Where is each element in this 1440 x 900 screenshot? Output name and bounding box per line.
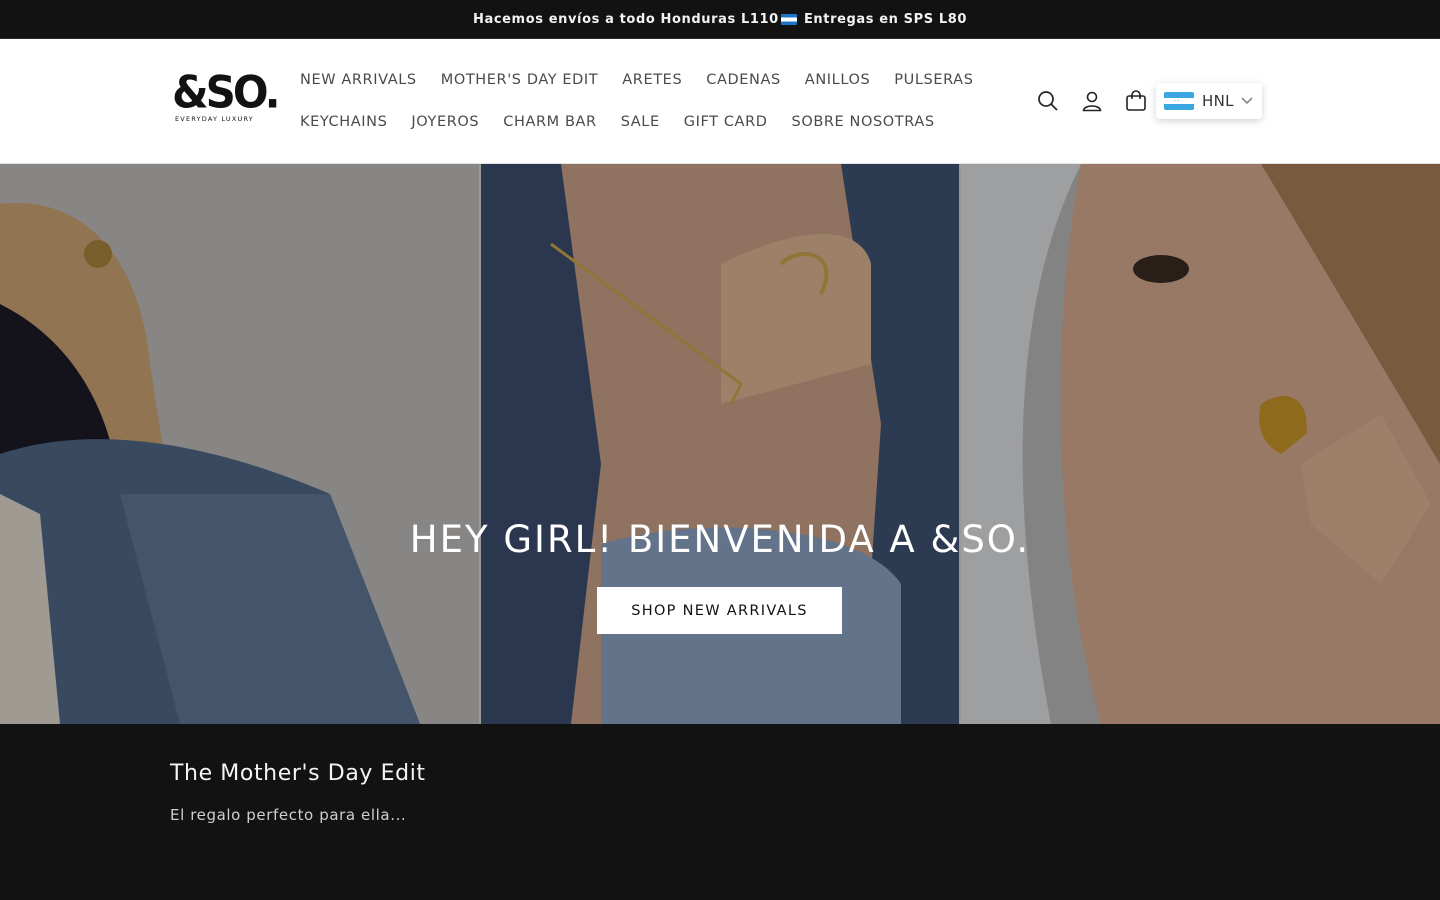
header-icons — [1026, 79, 1158, 123]
nav-keychains[interactable]: KEYCHAINS — [288, 114, 399, 130]
account-button[interactable] — [1070, 79, 1114, 123]
cart-button[interactable] — [1114, 79, 1158, 123]
logo-wordmark: &SO. — [172, 66, 281, 119]
nav-sale[interactable]: SALE — [609, 114, 672, 130]
shop-new-arrivals-button[interactable]: SHOP NEW ARRIVALS — [597, 587, 842, 634]
site-header: &SO. EVERYDAY LUXURY NEW ARRIVALS MOTHER… — [0, 39, 1440, 164]
collection-subtitle: El regalo perfecto para ella... — [170, 806, 407, 824]
nav-row-2: KEYCHAINS JOYEROS CHARM BAR SALE GIFT CA… — [288, 101, 1008, 143]
announcement-bar: Hacemos envíos a todo Honduras L110 Entr… — [0, 0, 1440, 39]
nav-mothers-day-edit[interactable]: MOTHER'S DAY EDIT — [429, 72, 611, 88]
nav-pulseras[interactable]: PULSERAS — [882, 72, 985, 88]
account-icon — [1082, 91, 1102, 112]
honduras-flag-icon — [780, 13, 797, 25]
announcement-text-1: Hacemos envíos a todo Honduras L110 — [472, 11, 779, 27]
nav-sobre-nosotras[interactable]: SOBRE NOSOTRAS — [780, 114, 947, 130]
nav-new-arrivals[interactable]: NEW ARRIVALS — [288, 72, 429, 88]
nav-aretes[interactable]: ARETES — [610, 72, 694, 88]
collection-title: The Mother's Day Edit — [170, 761, 426, 786]
currency-code: HNL — [1202, 92, 1234, 110]
nav-gift-card[interactable]: GIFT CARD — [672, 114, 780, 130]
currency-selector[interactable]: HNL — [1156, 83, 1262, 119]
nav-cadenas[interactable]: CADENAS — [694, 72, 793, 88]
announcement-text-2: Entregas en SPS L80 — [798, 11, 968, 27]
hero-overlay — [0, 164, 1440, 724]
main-navigation: NEW ARRIVALS MOTHER'S DAY EDIT ARETES CA… — [288, 59, 1008, 143]
cart-icon — [1126, 90, 1146, 111]
honduras-flag-icon — [1164, 92, 1194, 110]
nav-charm-bar[interactable]: CHARM BAR — [491, 114, 608, 130]
featured-collection: The Mother's Day Edit El regalo perfecto… — [0, 724, 1440, 900]
nav-joyeros[interactable]: JOYEROS — [399, 114, 491, 130]
hero-banner: HEY GIRL! BIENVENIDA A &SO. SHOP NEW ARR… — [0, 164, 1440, 724]
search-icon — [1038, 91, 1058, 111]
nav-row-1: NEW ARRIVALS MOTHER'S DAY EDIT ARETES CA… — [288, 59, 1008, 101]
hero-title: HEY GIRL! BIENVENIDA A &SO. — [409, 518, 1031, 561]
chevron-down-icon — [1241, 97, 1253, 105]
brand-logo[interactable]: &SO. EVERYDAY LUXURY — [172, 66, 281, 131]
nav-anillos[interactable]: ANILLOS — [793, 72, 883, 88]
search-button[interactable] — [1026, 79, 1070, 123]
